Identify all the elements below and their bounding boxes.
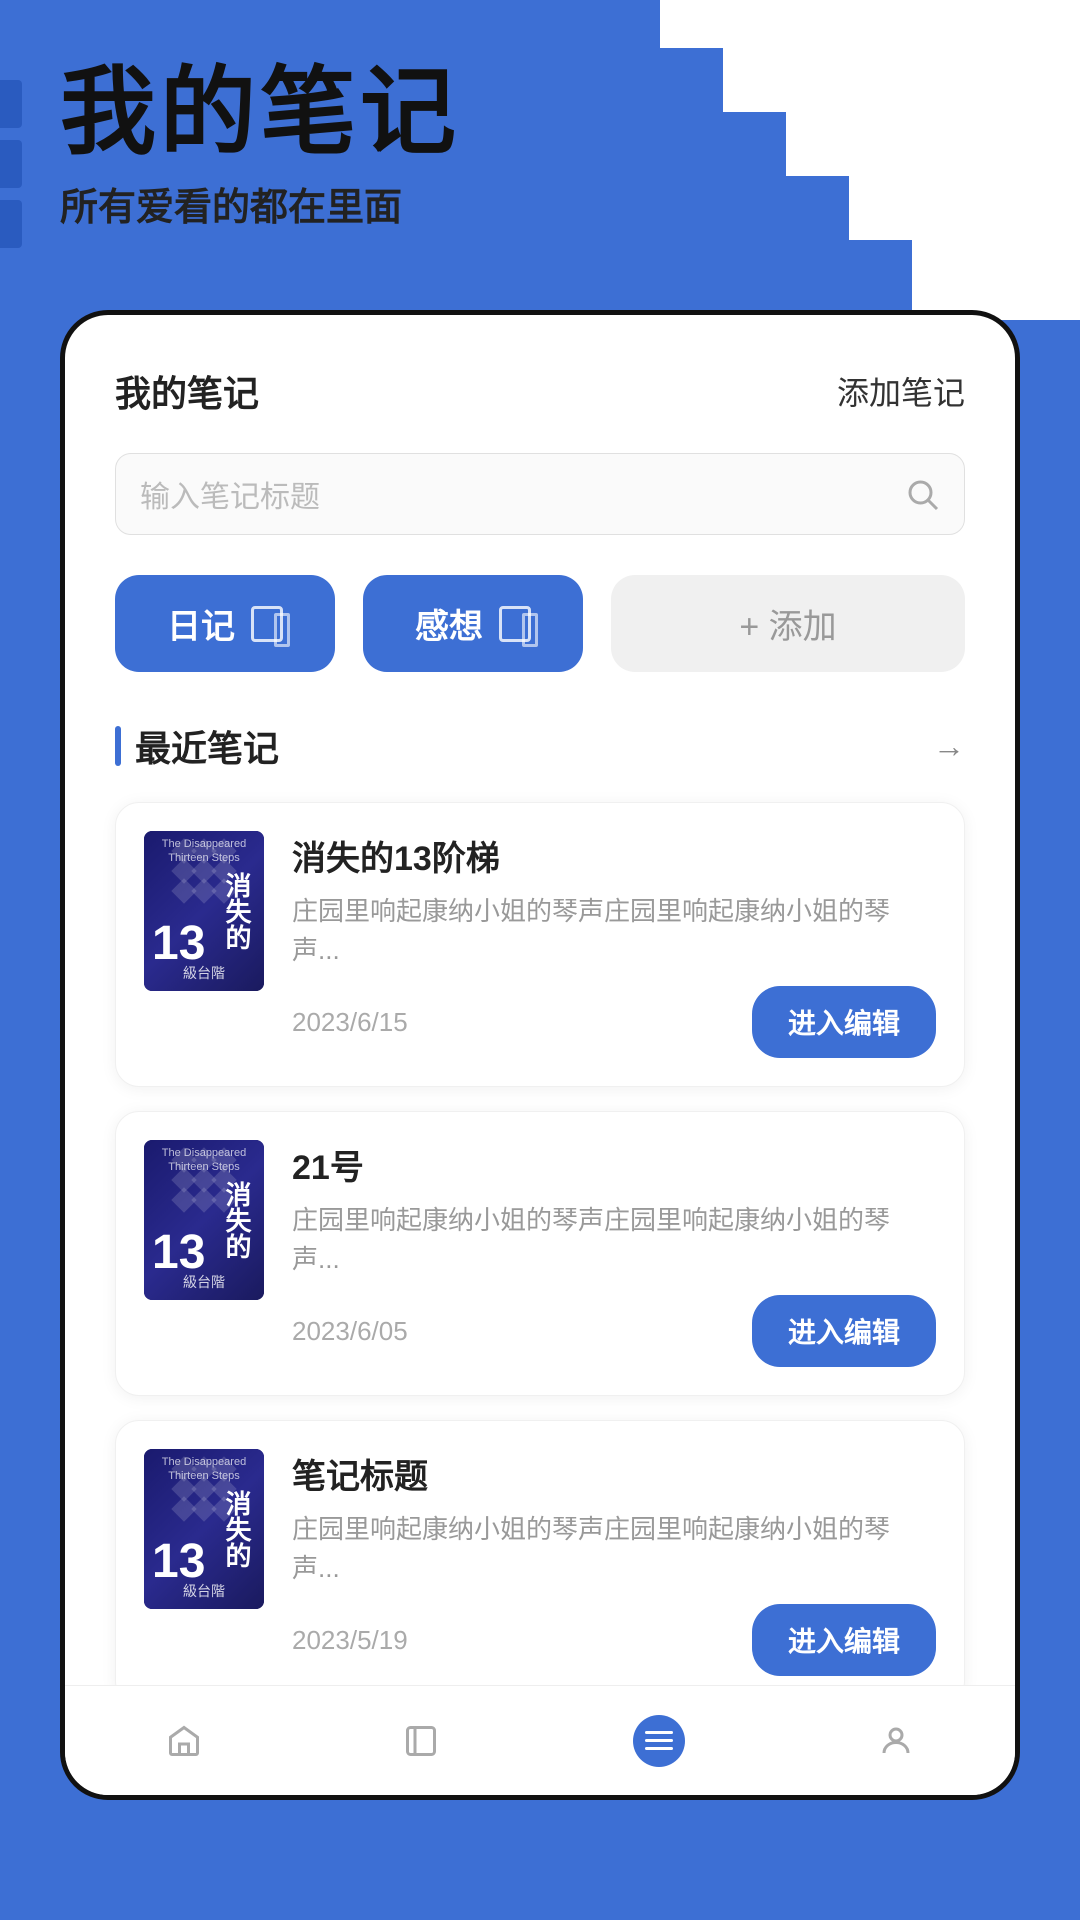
edit-button-2[interactable]: 进入编辑 <box>752 1295 936 1367</box>
note-excerpt-1: 庄园里响起康纳小姐的琴声庄园里响起康纳小姐的琴声... <box>292 892 936 970</box>
tab-diary-label: 日记 <box>167 599 235 648</box>
nav-item-home[interactable] <box>158 1715 210 1767</box>
note-excerpt-3: 庄园里响起康纳小姐的琴声庄园里响起康纳小姐的琴声... <box>292 1510 936 1588</box>
tab-diary-icon <box>251 606 283 642</box>
note-excerpt-2: 庄园里响起康纳小姐的琴声庄园里响起康纳小姐的琴声... <box>292 1201 936 1279</box>
notes-active-icon <box>633 1715 685 1767</box>
book-title-en-1: The DisappearedThirteen Steps <box>148 837 260 866</box>
tab-diary[interactable]: 日记 <box>115 575 335 672</box>
book-sub-1: 級台階 <box>144 963 264 983</box>
note-content-1: 消失的13阶梯 庄园里响起康纳小姐的琴声庄园里响起康纳小姐的琴声... 2023… <box>292 831 936 1058</box>
tab-add[interactable]: + 添加 <box>611 575 965 672</box>
tab-thought-label: 感想 <box>415 599 483 648</box>
section-arrow-icon[interactable]: → <box>933 728 965 765</box>
note-content-2: 21号 庄园里响起康纳小姐的琴声庄园里响起康纳小姐的琴声... 2023/6/0… <box>292 1140 936 1367</box>
note-title-1: 消失的13阶梯 <box>292 831 936 880</box>
note-title-3: 笔记标题 <box>292 1449 936 1498</box>
deco-bar-2 <box>0 140 22 188</box>
note-footer-3: 2023/5/19 进入编辑 <box>292 1604 936 1676</box>
nav-item-book[interactable] <box>395 1715 447 1767</box>
section-title-wrap: 最近笔记 <box>115 720 279 772</box>
book-cover-3: The DisappearedThirteen Steps 消失的 13 級台階 <box>144 1449 264 1609</box>
book-icon <box>395 1715 447 1767</box>
book-sub-3: 級台階 <box>144 1581 264 1601</box>
section-bar <box>115 726 121 766</box>
card-title: 我的笔记 <box>115 365 259 417</box>
page-title: 我的笔记 <box>60 60 460 166</box>
deco-bar-3 <box>0 200 22 248</box>
note-list: The DisappearedThirteen Steps 消失的 13 級台階… <box>115 802 965 1705</box>
nav-item-user[interactable] <box>870 1715 922 1767</box>
section-header: 最近笔记 → <box>115 720 965 772</box>
note-item-2: The DisappearedThirteen Steps 消失的 13 級台階… <box>115 1111 965 1396</box>
note-footer-1: 2023/6/15 进入编辑 <box>292 986 936 1058</box>
tab-thought-icon <box>499 606 531 642</box>
card-inner: 我的笔记 添加笔记 输入笔记标题 日记 感想 + 添加 <box>65 315 1015 1795</box>
section-title: 最近笔记 <box>135 720 279 772</box>
book-cover-2: The DisappearedThirteen Steps 消失的 13 級台階 <box>144 1140 264 1300</box>
note-date-2: 2023/6/05 <box>292 1316 408 1347</box>
edit-button-1[interactable]: 进入编辑 <box>752 986 936 1058</box>
note-date-1: 2023/6/15 <box>292 1007 408 1038</box>
add-note-button[interactable]: 添加笔记 <box>837 368 965 414</box>
search-bar[interactable]: 输入笔记标题 <box>115 453 965 535</box>
header: 我的笔记 所有爱看的都在里面 <box>60 60 460 231</box>
search-placeholder: 输入笔记标题 <box>140 472 904 516</box>
category-tabs: 日记 感想 + 添加 <box>115 575 965 672</box>
tab-thought[interactable]: 感想 <box>363 575 583 672</box>
note-item-3: The DisappearedThirteen Steps 消失的 13 級台階… <box>115 1420 965 1705</box>
book-cn-title-2: 消失的 <box>219 1181 256 1259</box>
book-title-en-3: The DisappearedThirteen Steps <box>148 1455 260 1484</box>
note-date-3: 2023/5/19 <box>292 1625 408 1656</box>
user-icon <box>870 1715 922 1767</box>
search-icon <box>904 476 940 512</box>
left-decoration <box>0 80 22 248</box>
note-title-2: 21号 <box>292 1140 936 1189</box>
book-title-en-2: The DisappearedThirteen Steps <box>148 1146 260 1175</box>
home-icon <box>158 1715 210 1767</box>
notes-lines <box>645 1731 673 1750</box>
note-item-1: The DisappearedThirteen Steps 消失的 13 級台階… <box>115 802 965 1087</box>
note-content-3: 笔记标题 庄园里响起康纳小姐的琴声庄园里响起康纳小姐的琴声... 2023/5/… <box>292 1449 936 1676</box>
phone-card: 我的笔记 添加笔记 输入笔记标题 日记 感想 + 添加 <box>60 310 1020 1800</box>
deco-bar-1 <box>0 80 22 128</box>
tab-add-label: + 添加 <box>739 599 836 648</box>
page-subtitle: 所有爱看的都在里面 <box>60 176 460 231</box>
note-footer-2: 2023/6/05 进入编辑 <box>292 1295 936 1367</box>
card-header: 我的笔记 添加笔记 <box>115 365 965 417</box>
bottom-nav <box>65 1685 1015 1795</box>
nav-item-notes[interactable] <box>633 1715 685 1767</box>
book-cover-1: The DisappearedThirteen Steps 消失的 13 級台階 <box>144 831 264 991</box>
book-sub-2: 級台階 <box>144 1272 264 1292</box>
book-cn-title-3: 消失的 <box>219 1490 256 1568</box>
edit-button-3[interactable]: 进入编辑 <box>752 1604 936 1676</box>
book-cn-title-1: 消失的 <box>219 872 256 950</box>
